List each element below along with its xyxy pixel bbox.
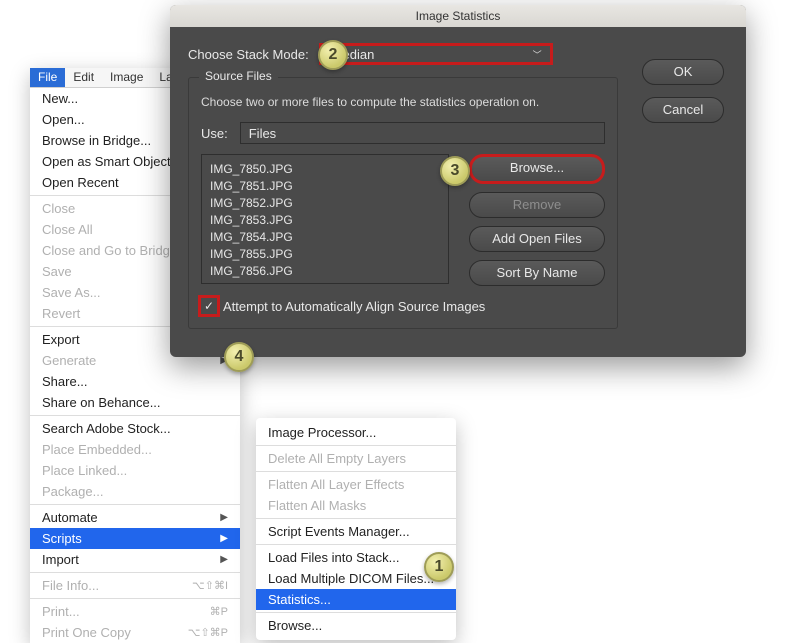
submenu-delete-empty: Delete All Empty Layers — [256, 448, 456, 469]
callout-badge-2: 2 — [318, 40, 348, 70]
add-open-files-button[interactable]: Add Open Files — [469, 226, 605, 252]
submenu-flatten-masks: Flatten All Masks — [256, 495, 456, 516]
remove-button: Remove — [469, 192, 605, 218]
source-files-hint: Choose two or more files to compute the … — [201, 94, 605, 110]
list-item[interactable]: IMG_7852.JPG — [210, 195, 444, 212]
menu-print-one: Print One Copy⌥⇧⌘P — [30, 622, 240, 643]
submenu-image-processor[interactable]: Image Processor... — [256, 422, 456, 443]
list-item[interactable]: IMG_7853.JPG — [210, 212, 444, 229]
chevron-right-icon: ▶ — [220, 554, 228, 565]
browse-button[interactable]: Browse... — [469, 154, 605, 184]
menu-share[interactable]: Share... — [30, 371, 240, 392]
callout-badge-4: 4 — [224, 342, 254, 372]
source-files-title: Source Files — [199, 69, 278, 83]
scripts-submenu: Image Processor... Delete All Empty Laye… — [256, 418, 456, 640]
use-select[interactable]: Files — [240, 122, 605, 144]
menu-search-stock[interactable]: Search Adobe Stock... — [30, 418, 240, 439]
stack-mode-label: Choose Stack Mode: — [188, 47, 309, 62]
auto-align-checkbox[interactable]: ✓ — [201, 298, 217, 314]
sort-by-name-button[interactable]: Sort By Name — [469, 260, 605, 286]
list-item[interactable]: IMG_7856.JPG — [210, 263, 444, 280]
submenu-script-events[interactable]: Script Events Manager... — [256, 521, 456, 542]
menu-print: Print...⌘P — [30, 601, 240, 622]
chevron-right-icon: ▶ — [220, 533, 228, 544]
menu-place-linked: Place Linked... — [30, 460, 240, 481]
auto-align-label: Attempt to Automatically Align Source Im… — [223, 299, 485, 314]
menu-automate[interactable]: Automate▶ — [30, 507, 240, 528]
menu-place-embedded: Place Embedded... — [30, 439, 240, 460]
callout-badge-1: 1 — [424, 552, 454, 582]
chevron-down-icon: ﹀ — [533, 48, 542, 61]
menu-import[interactable]: Import▶ — [30, 549, 240, 570]
menubar-edit[interactable]: Edit — [65, 68, 102, 87]
list-item[interactable]: IMG_7854.JPG — [210, 229, 444, 246]
list-item[interactable]: IMG_7855.JPG — [210, 246, 444, 263]
menu-scripts[interactable]: Scripts▶ — [30, 528, 240, 549]
menubar-image[interactable]: Image — [102, 68, 151, 87]
menu-file-info: File Info...⌥⇧⌘I — [30, 575, 240, 596]
dialog-title: Image Statistics — [170, 5, 746, 27]
menubar-file[interactable]: File — [30, 68, 65, 87]
list-item[interactable]: IMG_7857.JPG — [210, 280, 444, 284]
submenu-flatten-effects: Flatten All Layer Effects — [256, 474, 456, 495]
file-list[interactable]: IMG_7850.JPG IMG_7851.JPG IMG_7852.JPG I… — [201, 154, 449, 284]
submenu-browse[interactable]: Browse... — [256, 615, 456, 636]
submenu-statistics[interactable]: Statistics... — [256, 589, 456, 610]
source-files-group: Source Files Choose two or more files to… — [188, 77, 618, 329]
chevron-right-icon: ▶ — [220, 512, 228, 523]
menu-share-behance[interactable]: Share on Behance... — [30, 392, 240, 413]
check-icon: ✓ — [204, 299, 214, 313]
menu-package: Package... — [30, 481, 240, 502]
list-item[interactable]: IMG_7851.JPG — [210, 178, 444, 195]
callout-badge-3: 3 — [440, 156, 470, 186]
list-item[interactable]: IMG_7850.JPG — [210, 161, 444, 178]
use-label: Use: — [201, 126, 228, 141]
stack-mode-select[interactable]: Median ﹀ — [319, 43, 553, 65]
